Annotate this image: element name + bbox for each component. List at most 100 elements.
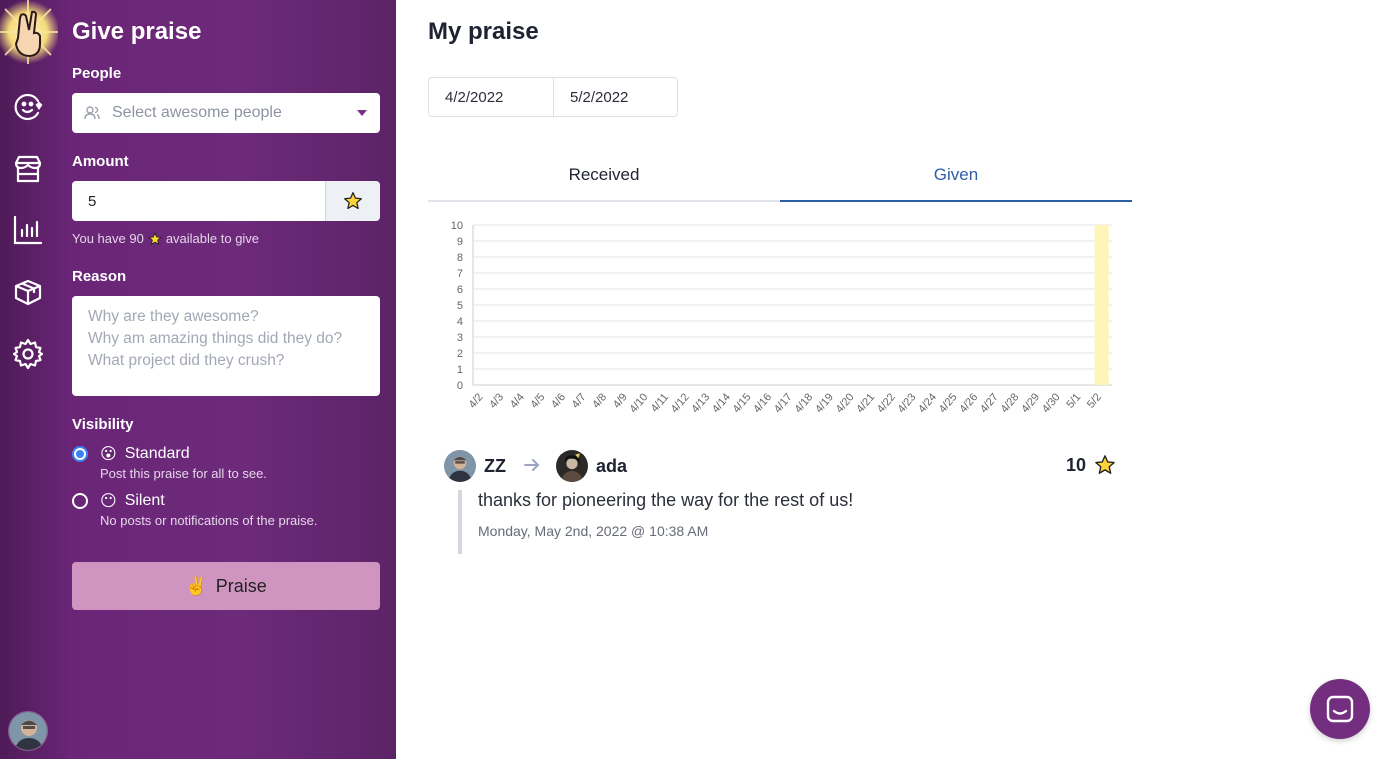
star-addon: [325, 181, 380, 221]
y-tick-label: 7: [457, 268, 463, 280]
silent-label-text: Silent: [124, 492, 165, 509]
app-root: Give praise People Select awesome people…: [0, 0, 1389, 759]
panel-title: Give praise: [72, 18, 202, 45]
silent-description: No posts or notifications of the praise.: [100, 513, 318, 528]
silent-label: 😶 Silent: [100, 491, 165, 511]
amount-input[interactable]: [72, 181, 325, 221]
x-tick-label: 4/13: [689, 391, 712, 415]
x-tick-label: 4/12: [669, 391, 692, 415]
y-tick-label: 5: [457, 300, 463, 312]
date-to-input[interactable]: 5/2/2022: [553, 78, 677, 116]
settings-gear-icon[interactable]: [11, 337, 45, 371]
x-tick-label: 4/11: [649, 391, 671, 414]
reason-label: Reason: [72, 268, 127, 285]
x-tick-label: 4/25: [937, 391, 960, 415]
x-tick-label: 4/26: [957, 391, 980, 415]
amount-input-group: [72, 181, 380, 221]
available-balance: You have 90 available to give: [72, 231, 259, 246]
x-tick-label: 4/20: [834, 391, 857, 415]
praise-button-label: Praise: [215, 575, 267, 596]
receiver-name[interactable]: ada: [596, 456, 627, 477]
tab-received[interactable]: Received: [428, 150, 780, 202]
praise-timestamp: Monday, May 2nd, 2022 @ 10:38 AM: [478, 523, 709, 539]
bar-5/2: [1094, 225, 1109, 385]
y-tick-label: 6: [457, 284, 463, 296]
people-label: People: [72, 65, 122, 82]
star-icon: [1095, 455, 1115, 474]
x-tick-label: 4/3: [487, 391, 506, 410]
star-icon: [344, 192, 362, 210]
x-tick-label: 4/6: [549, 391, 568, 410]
y-tick-label: 10: [451, 220, 463, 232]
people-select-placeholder: Select awesome people: [112, 104, 282, 121]
people-select[interactable]: Select awesome people: [72, 93, 380, 133]
x-tick-label: 4/27: [978, 391, 1001, 415]
surprised-face-icon: 😮: [100, 446, 117, 463]
reason-textarea[interactable]: [72, 296, 380, 396]
x-tick-label: 4/14: [710, 391, 733, 415]
praise-feed-icon[interactable]: [11, 90, 45, 124]
x-tick-label: 4/15: [731, 391, 754, 415]
standard-radio[interactable]: [72, 446, 88, 462]
giver: ZZ: [444, 450, 506, 482]
x-tick-label: 4/22: [875, 391, 898, 415]
standard-description: Post this praise for all to see.: [100, 466, 267, 481]
x-tick-label: 4/23: [896, 391, 919, 415]
peace-hand-logo-icon[interactable]: [0, 0, 60, 66]
store-icon[interactable]: [11, 152, 45, 186]
x-tick-label: 4/30: [1040, 391, 1063, 415]
silent-radio[interactable]: [72, 493, 88, 509]
current-user-avatar[interactable]: [8, 711, 48, 751]
x-tick-label: 4/2: [467, 391, 486, 410]
x-tick-label: 4/17: [772, 391, 795, 415]
giver-avatar[interactable]: [444, 450, 476, 482]
nav-rail: [0, 0, 60, 759]
x-tick-label: 4/5: [528, 391, 547, 410]
y-tick-label: 2: [457, 348, 463, 360]
praise-message: thanks for pioneering the way for the re…: [478, 490, 854, 510]
x-tick-label: 4/18: [792, 391, 815, 415]
x-tick-label: 4/21: [854, 391, 877, 415]
praise-button[interactable]: ✌ Praise: [72, 562, 380, 610]
praise-amount: 10: [1066, 454, 1116, 476]
peace-hand-icon: ✌: [185, 575, 208, 596]
praise-tabs: Received Given: [428, 150, 1132, 202]
x-tick-label: 4/4: [508, 391, 527, 410]
date-range-picker: 4/2/2022 5/2/2022: [428, 77, 678, 117]
chat-icon: [1326, 695, 1354, 723]
x-tick-label: 4/16: [751, 391, 774, 415]
arrow-right-icon: [524, 459, 540, 471]
no-mouth-face-icon: 😶: [100, 493, 117, 510]
y-tick-label: 8: [457, 252, 463, 264]
y-tick-label: 1: [457, 364, 463, 376]
x-tick-label: 4/24: [916, 391, 939, 415]
x-tick-label: 4/28: [999, 391, 1022, 415]
give-praise-sidebar: Give praise People Select awesome people…: [0, 0, 396, 759]
balance-suffix: available to give: [165, 231, 260, 246]
analytics-icon[interactable]: [11, 213, 45, 247]
x-tick-label: 4/10: [628, 391, 651, 415]
y-tick-label: 3: [457, 332, 463, 344]
visibility-standard-option[interactable]: 😮 Standard: [72, 444, 190, 464]
caret-down-icon: [357, 110, 367, 116]
y-tick-label: 0: [457, 380, 463, 392]
receiver: ada: [556, 450, 627, 482]
users-icon: [84, 106, 100, 120]
visibility-silent-option[interactable]: 😶 Silent: [72, 491, 165, 511]
x-tick-label: 4/8: [590, 391, 609, 410]
giver-name[interactable]: ZZ: [484, 456, 506, 477]
amount-label: Amount: [72, 153, 129, 170]
praise-chart: 0123456789104/2 4/3 4/4 4/5 4/6 4/7 4/8 4/94/10…: [451, 220, 1112, 415]
chat-launcher-button[interactable]: [1310, 679, 1370, 739]
star-icon: [147, 231, 162, 245]
x-tick-label: 4/7: [570, 391, 589, 410]
x-tick-label: 5/1: [1064, 391, 1083, 410]
receiver-avatar[interactable]: [556, 450, 588, 482]
tab-given[interactable]: Given: [780, 150, 1132, 202]
rewards-box-icon[interactable]: [11, 275, 45, 309]
date-from-input[interactable]: 4/2/2022: [429, 78, 553, 116]
visibility-label: Visibility: [72, 416, 134, 433]
standard-label-text: Standard: [124, 445, 190, 462]
page-title: My praise: [428, 18, 539, 45]
x-tick-label: 4/19: [813, 391, 836, 415]
